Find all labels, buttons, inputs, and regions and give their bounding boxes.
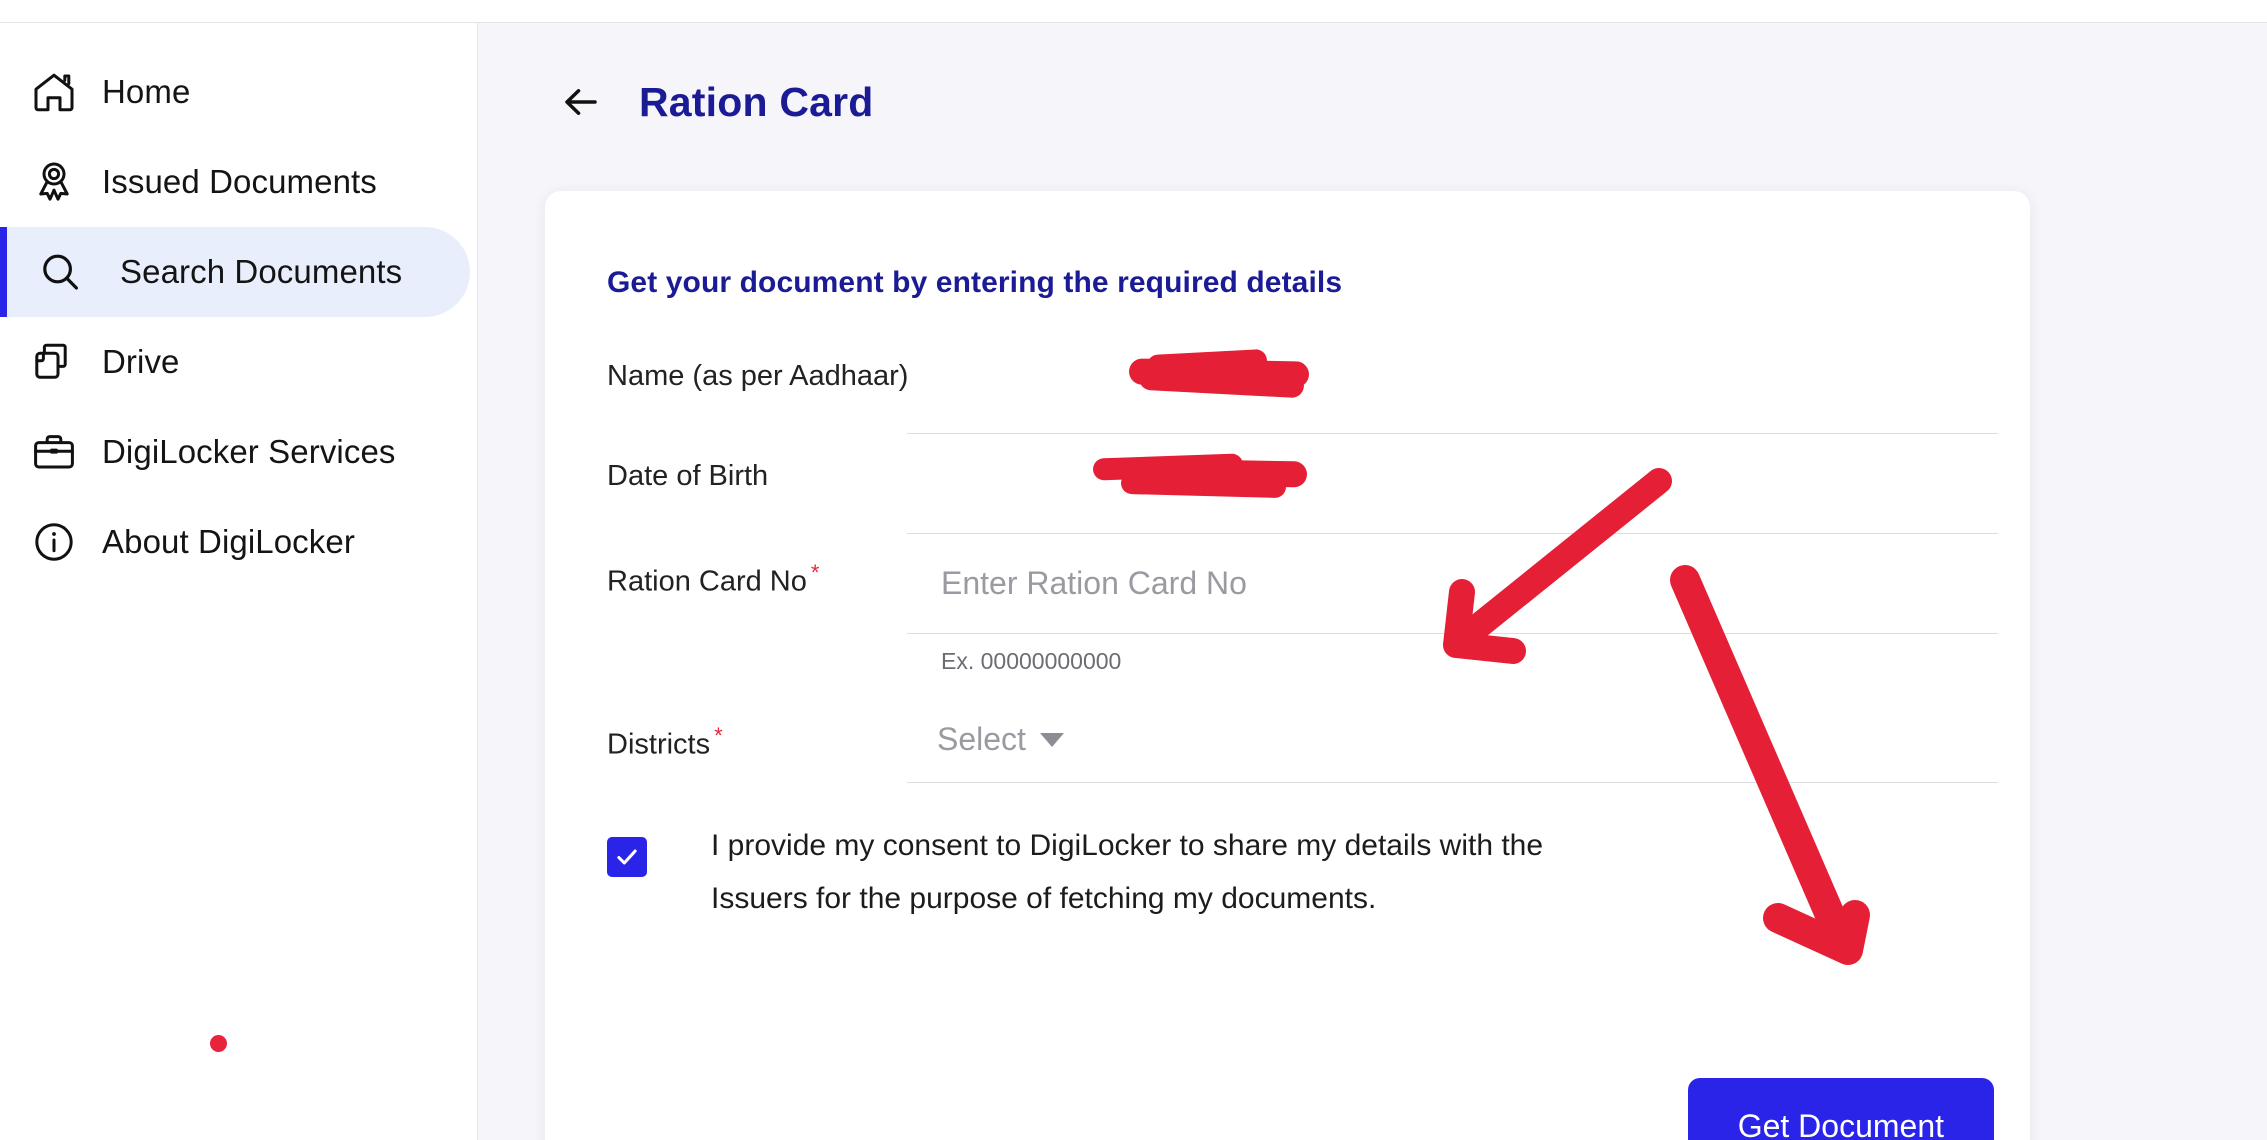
main-content: Ration Card Get your document by enterin…: [478, 23, 2267, 1140]
chevron-down-icon: [1039, 732, 1064, 747]
name-field-value: [907, 334, 1998, 434]
ration-card-no-input-wrap[interactable]: Enter Ration Card No: [907, 534, 1998, 634]
info-circle-icon: [28, 516, 80, 568]
form-row-dob: Date of Birth: [545, 434, 2030, 534]
sidebar-item-label: DigiLocker Services: [102, 433, 396, 470]
sidebar-nav-list: Home Issued Documents Search Documents D…: [0, 47, 478, 587]
app-root: Home Issued Documents Search Documents D…: [0, 0, 2267, 1140]
ribbon-award-icon: [28, 156, 80, 208]
briefcase-icon: [28, 426, 80, 478]
dob-field-control: [907, 434, 1998, 534]
submit-row: Get Document: [1687, 1078, 1994, 1140]
sidebar-item-search-documents[interactable]: Search Documents: [0, 227, 470, 317]
ration-card-no-label-text: Ration Card No: [607, 565, 807, 598]
ration-card-no-field-control: Enter Ration Card No Ex. 00000000000: [907, 534, 1998, 675]
card-heading: Get your document by entering the requir…: [607, 266, 1343, 299]
consent-checkbox[interactable]: [607, 837, 647, 877]
red-cursor-dot: [210, 1035, 227, 1052]
sidebar-item-label: Issued Documents: [102, 163, 377, 200]
form-row-name: Name (as per Aadhaar): [545, 334, 2030, 434]
page-title: Ration Card: [639, 78, 874, 125]
search-icon: [34, 246, 86, 298]
sidebar-item-drive[interactable]: Drive: [0, 317, 478, 407]
sidebar-item-about-digilocker[interactable]: About DigiLocker: [0, 497, 478, 587]
form-row-districts: Districts * Select: [545, 697, 2030, 783]
required-asterisk: *: [810, 560, 820, 585]
sidebar-item-label: About DigiLocker: [102, 523, 355, 560]
districts-select-value-wrap[interactable]: Select: [907, 721, 1064, 758]
name-field-control: [907, 334, 1998, 434]
dob-redaction-marks: [907, 434, 1998, 533]
sidebar-item-label: Search Documents: [120, 253, 403, 290]
ration-card-no-field-label: Ration Card No *: [607, 534, 907, 599]
sidebar-item-label: Home: [102, 73, 191, 110]
name-redaction-marks: [907, 334, 1998, 433]
districts-field-label: Districts *: [607, 697, 907, 762]
form-row-ration-card-no: Ration Card No * Enter Ration Card No Ex.…: [545, 534, 2030, 675]
documents-stack-icon: [28, 336, 80, 388]
document-request-card: Get your document by entering the requir…: [545, 191, 2030, 1140]
dob-field-value: [907, 434, 1998, 534]
sidebar-item-label: Drive: [102, 343, 180, 380]
districts-label-text: Districts: [607, 728, 711, 761]
dob-field-label: Date of Birth: [607, 460, 769, 492]
get-document-button[interactable]: Get Document: [1687, 1078, 1994, 1140]
home-icon: [28, 66, 80, 118]
browser-top-strip: [0, 0, 2267, 23]
name-field-label: Name (as per Aadhaar): [607, 360, 909, 392]
consent-text: I provide my consent to DigiLocker to sh…: [711, 829, 1544, 915]
ration-card-no-input[interactable]: Enter Ration Card No: [907, 565, 1247, 602]
back-arrow-icon[interactable]: [553, 74, 609, 130]
document-request-form: Name (as per Aadhaar) Date of Birth Rati…: [545, 334, 2030, 925]
required-asterisk: *: [714, 723, 723, 748]
consent-row: I provide my consent to DigiLocker to sh…: [545, 783, 2030, 925]
districts-field-control: Select: [907, 697, 1998, 783]
sidebar-item-digilocker-services[interactable]: DigiLocker Services: [0, 407, 478, 497]
districts-select[interactable]: Select: [907, 697, 1998, 783]
page-header: Ration Card: [478, 67, 874, 137]
sidebar-item-issued-documents[interactable]: Issued Documents: [0, 137, 478, 227]
sidebar: Home Issued Documents Search Documents D…: [0, 23, 478, 1140]
ration-card-no-hint: Ex. 00000000000: [941, 648, 1122, 674]
districts-select-value: Select: [937, 721, 1026, 757]
sidebar-item-home[interactable]: Home: [0, 47, 478, 137]
